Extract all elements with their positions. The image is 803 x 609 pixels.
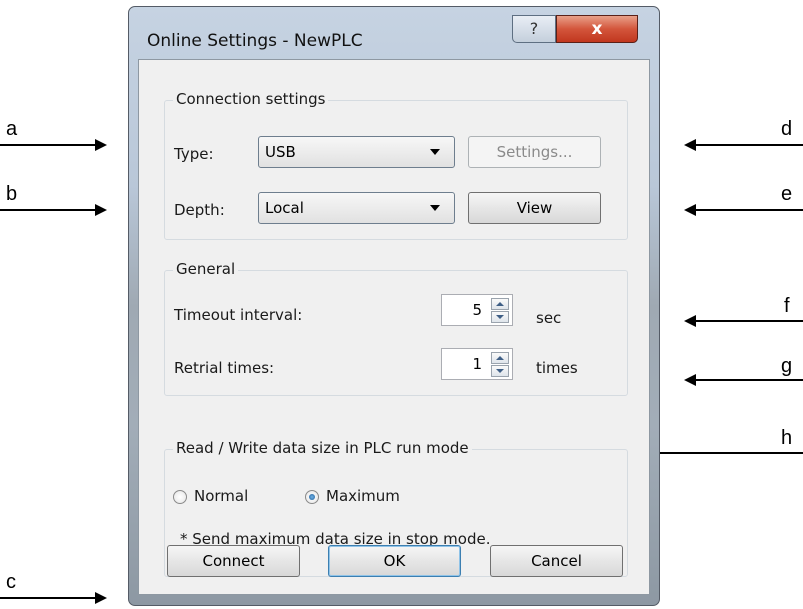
timeout-value: 5: [472, 301, 482, 319]
dialog-client-area: Connection settings Type: USB Settings..…: [138, 59, 650, 595]
arrow-left-icon: [684, 204, 696, 216]
maximum-radio-label[interactable]: Maximum: [326, 487, 400, 505]
callout-line-d: [696, 144, 803, 146]
maximum-radio[interactable]: [305, 490, 319, 504]
callout-line-a: [0, 144, 95, 146]
close-icon: x: [591, 19, 603, 39]
arrow-right-icon: [95, 204, 107, 216]
online-settings-dialog: Online Settings - NewPLC ? x Connection …: [128, 6, 660, 606]
callout-line-e: [696, 209, 803, 211]
timeout-unit: sec: [536, 309, 562, 327]
depth-label: Depth:: [174, 201, 225, 219]
depth-combo[interactable]: Local: [258, 192, 455, 224]
callout-label-b: b: [6, 183, 18, 205]
arrow-left-icon: [684, 315, 696, 327]
normal-radio-label[interactable]: Normal: [194, 487, 248, 505]
callout-label-e: e: [781, 183, 793, 205]
callout-label-f: f: [784, 295, 790, 317]
arrow-left-icon: [684, 374, 696, 386]
settings-button[interactable]: Settings...: [468, 136, 601, 168]
type-label: Type:: [174, 145, 214, 163]
retrial-stepper[interactable]: 1: [441, 348, 513, 380]
arrow-right-icon: [95, 592, 107, 604]
chevron-down-icon: [430, 205, 440, 211]
depth-value: Local: [265, 199, 304, 217]
retrial-label: Retrial times:: [174, 359, 275, 377]
arrow-right-icon: [95, 139, 107, 151]
type-combo[interactable]: USB: [258, 136, 455, 168]
spin-up-icon[interactable]: [491, 298, 509, 310]
chevron-down-icon: [430, 149, 440, 155]
general-title: General: [173, 260, 239, 278]
callout-line-g: [696, 379, 803, 381]
timeout-stepper[interactable]: 5: [441, 294, 513, 326]
callout-line-c: [0, 597, 95, 599]
callout-label-d: d: [781, 118, 793, 140]
help-button[interactable]: ?: [512, 15, 556, 43]
normal-radio[interactable]: [173, 490, 187, 504]
close-button[interactable]: x: [556, 15, 638, 43]
datasize-title: Read / Write data size in PLC run mode: [173, 439, 472, 457]
type-value: USB: [265, 143, 296, 161]
connect-button[interactable]: Connect: [167, 545, 300, 577]
connection-settings-title: Connection settings: [173, 90, 329, 108]
cancel-button[interactable]: Cancel: [490, 545, 623, 577]
callout-label-g: g: [781, 355, 793, 377]
retrial-value: 1: [472, 355, 482, 373]
general-group: General: [164, 260, 628, 396]
callout-label-c: c: [6, 571, 16, 593]
retrial-unit: times: [536, 359, 578, 377]
callout-label-h: h: [781, 427, 793, 449]
callout-line-f: [696, 320, 803, 322]
spin-down-icon[interactable]: [491, 365, 509, 377]
spin-down-icon[interactable]: [491, 311, 509, 323]
spin-up-icon[interactable]: [491, 352, 509, 364]
question-mark-icon: ?: [529, 19, 539, 38]
timeout-label: Timeout interval:: [174, 306, 303, 324]
ok-button[interactable]: OK: [328, 545, 461, 577]
callout-label-a: a: [6, 118, 18, 140]
callout-line-b: [0, 209, 95, 211]
arrow-left-icon: [684, 139, 696, 151]
window-title: Online Settings - NewPLC: [147, 31, 363, 51]
view-button[interactable]: View: [468, 192, 601, 224]
